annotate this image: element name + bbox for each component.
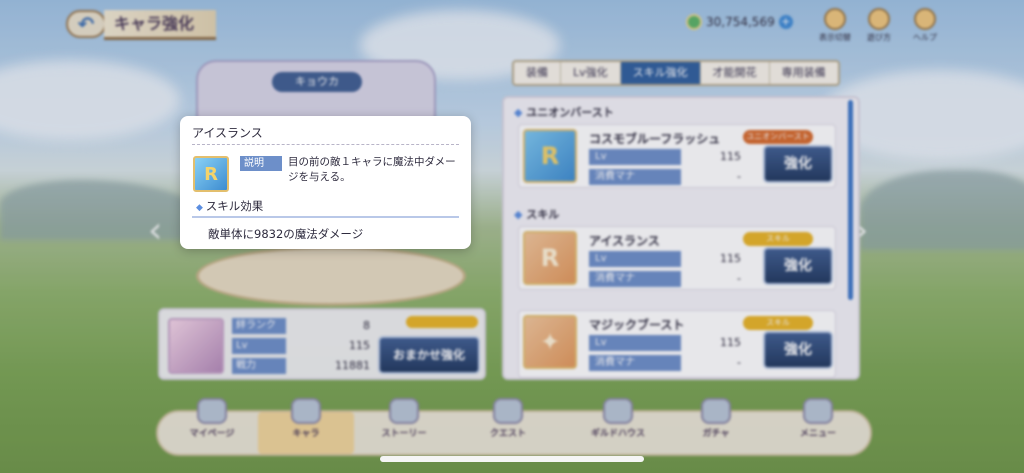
popup-description: 目の前の敵１キャラに魔法中ダメージを与える。 <box>288 156 456 183</box>
popup-effect-divider <box>192 216 459 218</box>
popup-effect-value: 敵単体に9832の魔法ダメージ <box>208 227 364 241</box>
popup-effect-header: スキル効果 <box>196 198 264 214</box>
home-indicator[interactable] <box>380 456 644 462</box>
popup-divider <box>192 144 459 145</box>
skill-detail-popup: アイスランス R 説明 目の前の敵１キャラに魔法中ダメージを与える。 スキル効果… <box>180 116 471 249</box>
popup-skill-name: アイスランス <box>192 126 263 140</box>
ice-lance-icon: R <box>193 156 229 192</box>
modal-dim-overlay[interactable] <box>0 0 1024 473</box>
popup-description-label: 説明 <box>240 156 282 171</box>
